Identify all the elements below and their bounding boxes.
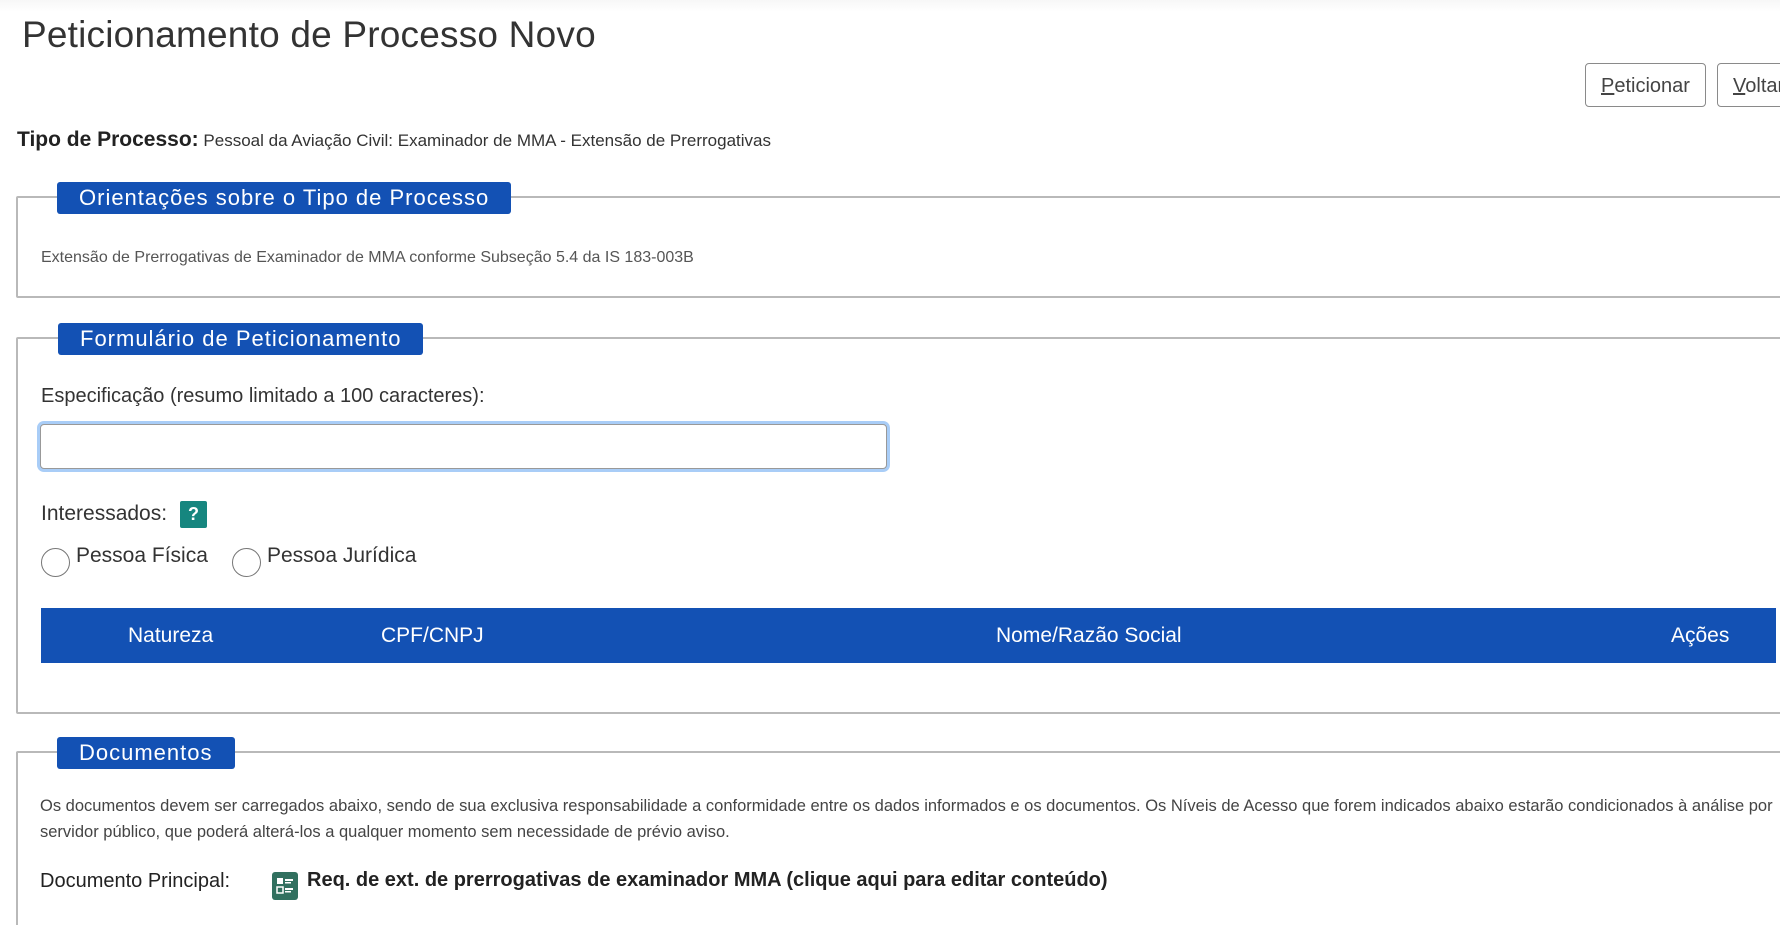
top-strip [0, 0, 1780, 12]
tipo-processo-label: Tipo de Processo: [17, 128, 199, 151]
page: Peticionamento de Processo Novo Peticion… [0, 0, 1780, 925]
voltar-label: oltar [1745, 75, 1780, 97]
column-header-natureza: Natureza [128, 624, 214, 647]
help-icon[interactable]: ? [180, 501, 207, 528]
page-title: Peticionamento de Processo Novo [22, 14, 596, 55]
formulario-legend: Formulário de Peticionamento [58, 323, 424, 355]
orientacoes-text: Extensão de Prerrogativas de Examinador … [41, 249, 694, 266]
especificacao-input[interactable] [40, 424, 887, 469]
column-header-cpf-cnpj: CPF/CNPJ [381, 624, 484, 647]
voltar-button[interactable]: Voltar [1717, 63, 1780, 107]
especificacao-label: Especificação (resumo limitado a 100 car… [41, 385, 485, 407]
pessoa-juridica-label[interactable]: Pessoa Jurídica [267, 544, 416, 568]
column-header-acoes: Ações [1671, 624, 1730, 647]
tipo-processo-value: Pessoal da Aviação Civil: Examinador de … [203, 131, 771, 150]
tipo-processo: Tipo de Processo: Pessoal da Aviação Civ… [17, 128, 771, 152]
documentos-instructions: Os documentos devem ser carregados abaix… [40, 797, 1773, 841]
form-document-icon-graphic [276, 878, 293, 894]
column-header-nome: Nome/Razão Social [996, 624, 1182, 647]
peticionar-label: eticionar [1614, 75, 1690, 97]
pessoa-fisica-radio[interactable] [41, 548, 70, 577]
voltar-accesskey: V [1733, 75, 1746, 97]
orientacoes-legend: Orientações sobre o Tipo de Processo [57, 182, 512, 214]
interessados-table-header: Natureza CPF/CNPJ Nome/Razão Social Açõe… [41, 608, 1776, 663]
pessoa-fisica-label[interactable]: Pessoa Física [76, 544, 208, 568]
documento-principal-label: Documento Principal: [40, 870, 231, 892]
peticionar-button[interactable]: Peticionar [1585, 63, 1706, 107]
form-document-icon[interactable] [272, 872, 298, 900]
interessados-label: Interessados: [41, 502, 168, 525]
documento-principal-link[interactable]: Req. de ext. de prerrogativas de examina… [307, 869, 1108, 892]
pessoa-juridica-radio[interactable] [232, 548, 261, 577]
peticionar-accesskey: P [1601, 75, 1615, 97]
documentos-legend: Documentos [57, 737, 235, 769]
